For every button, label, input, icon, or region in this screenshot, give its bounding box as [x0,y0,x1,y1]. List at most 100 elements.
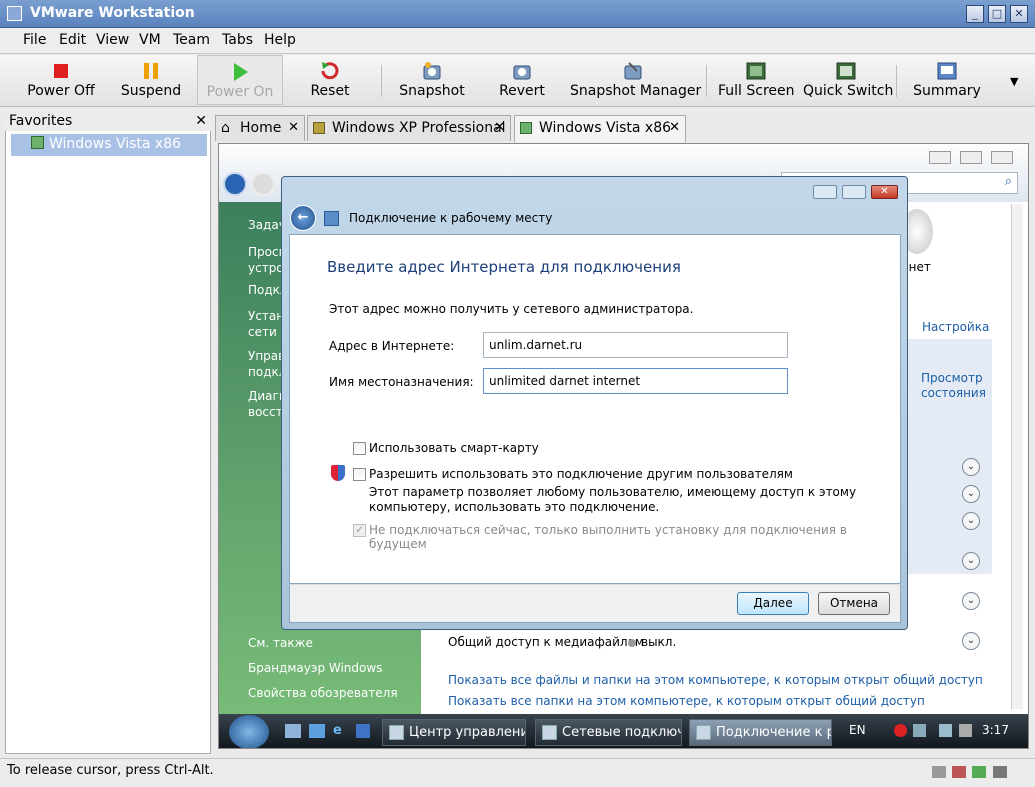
tab-windows-xp[interactable]: Windows XP Professional ✕ [307,115,511,141]
summary-label: Summary [913,83,981,99]
task-item[interactable]: Управ подкл [248,348,286,380]
status-dot-icon [628,639,636,647]
taskbar-control-panel[interactable]: Центр управлени... [382,719,526,746]
full-screen-button[interactable]: Full Screen [718,55,795,105]
security-alert-icon[interactable] [894,724,907,737]
browser-properties-link[interactable]: Свойства обозревателя [248,686,398,700]
favorites-close-icon[interactable]: ✕ [195,113,207,129]
power-off-label: Power Off [27,83,95,99]
internet-address-input[interactable]: unlim.darnet.ru [483,332,788,358]
snapshot-manager-button[interactable]: Snapshot Manager [570,55,702,105]
dialog-minimize-button[interactable] [813,185,837,199]
favorites-title: Favorites [9,113,73,129]
no-connect-checkbox[interactable]: ✓ [353,524,366,537]
snapshot-button[interactable]: Snapshot [395,55,469,105]
task-item[interactable]: Просм устро [248,244,288,276]
window-title: VMware Workstation [30,5,195,21]
taskbar-workplace-connection[interactable]: Подключение к р... [689,719,832,746]
quick-switch-icon [836,62,856,80]
destination-name-input[interactable]: unlimited darnet internet [483,368,788,394]
next-button[interactable]: Далее [737,592,809,615]
internet-explorer-icon[interactable]: e [333,723,342,738]
reset-button[interactable]: Reset [298,55,362,105]
dialog-back-icon[interactable]: ← [290,205,316,231]
setup-link[interactable]: Настройка [922,320,989,334]
device-icon[interactable] [952,766,966,778]
view-status-link[interactable]: Просмотр состояния [921,371,991,401]
menu-tabs[interactable]: Tabs [222,32,253,48]
chevron-down-icon[interactable]: ⌄ [962,485,980,503]
firewall-link[interactable]: Брандмауэр Windows [248,661,382,675]
back-icon[interactable] [223,172,247,196]
dialog-close-button[interactable]: ✕ [871,185,898,199]
forward-icon[interactable] [251,172,275,196]
close-button[interactable]: ✕ [1010,5,1028,23]
task-item[interactable]: Диагн восста [248,388,290,420]
dialog-content: Введите адрес Интернета для подключения … [289,234,901,584]
close-tab-icon[interactable]: ✕ [669,120,680,135]
tray-icon[interactable] [913,724,926,737]
summary-button[interactable]: Summary [912,55,982,105]
device-icon[interactable] [993,766,1007,778]
show-shared-folders-link[interactable]: Показать все папки на этом компьютере, к… [448,694,925,708]
close-tab-icon[interactable]: ✕ [494,120,505,135]
guest-scrollbar[interactable] [1011,204,1023,709]
volume-icon[interactable] [959,724,972,737]
task-item[interactable]: Устан сети [248,308,284,340]
start-orb-icon[interactable] [229,715,269,748]
toolbar-overflow-chevron-icon[interactable]: ▼ [1010,75,1018,88]
snapshot-manager-icon [624,62,642,80]
switch-windows-icon[interactable] [309,724,325,738]
allow-others-checkbox[interactable] [353,468,366,481]
guest-close-button[interactable] [991,151,1013,164]
menu-help[interactable]: Help [264,32,296,48]
title-bar: VMware Workstation _ □ ✕ [0,0,1035,28]
favorites-item-vista[interactable]: Windows Vista x86 [11,134,207,156]
guest-minimize-button[interactable] [929,151,951,164]
chevron-down-icon[interactable]: ⌄ [962,512,980,530]
power-off-button[interactable]: Power Off [22,55,100,105]
status-text: To release cursor, press Ctrl-Alt. [7,763,214,778]
status-bar: To release cursor, press Ctrl-Alt. [0,758,1035,787]
menu-file[interactable]: File [23,32,46,48]
dialog-maximize-button[interactable] [842,185,866,199]
cancel-button[interactable]: Отмена [818,592,890,615]
quick-switch-button[interactable]: Quick Switch [803,55,893,105]
tab-windows-vista[interactable]: Windows Vista x86 ✕ [514,115,686,142]
summary-icon [937,62,957,80]
show-desktop-icon[interactable] [285,724,301,738]
power-on-button[interactable]: Power On [197,55,283,105]
quick-launch-icon[interactable] [356,724,370,738]
full-screen-icon [746,62,766,80]
menu-view[interactable]: View [96,32,129,48]
dialog-title: Подключение к рабочему месту [349,211,553,225]
revert-button[interactable]: Revert [494,55,550,105]
smartcard-checkbox[interactable] [353,442,366,455]
menu-bar: File Edit View VM Team Tabs Help [0,28,1035,54]
stop-icon [54,64,68,78]
menu-team[interactable]: Team [173,32,210,48]
menu-edit[interactable]: Edit [59,32,86,48]
favorites-item-label: Windows Vista x86 [49,136,182,152]
chevron-down-icon[interactable]: ⌄ [962,632,980,650]
taskbar-network-connections[interactable]: Сетевые подключ... [535,719,682,746]
language-indicator[interactable]: EN [849,723,866,737]
chevron-down-icon[interactable]: ⌄ [962,592,980,610]
maximize-button[interactable]: □ [988,5,1006,23]
snapshot-manager-label: Snapshot Manager [570,83,702,99]
show-shared-files-link[interactable]: Показать все файлы и папки на этом компь… [448,673,983,687]
menu-vm[interactable]: VM [139,32,161,48]
no-connect-label: Не подключаться сейчас, только выполнить… [369,523,847,551]
minimize-button[interactable]: _ [966,5,984,23]
guest-maximize-button[interactable] [960,151,982,164]
device-icon[interactable] [972,766,986,778]
suspend-button[interactable]: Suspend [115,55,187,105]
close-tab-icon[interactable]: ✕ [288,120,299,135]
chevron-down-icon[interactable]: ⌄ [962,552,980,570]
network-icon[interactable] [939,724,952,737]
clock[interactable]: 3:17 [982,723,1009,737]
pause-icon [144,63,158,79]
tab-home[interactable]: ⌂ Home ✕ [215,115,305,141]
chevron-down-icon[interactable]: ⌄ [962,458,980,476]
device-icon[interactable] [932,766,946,778]
